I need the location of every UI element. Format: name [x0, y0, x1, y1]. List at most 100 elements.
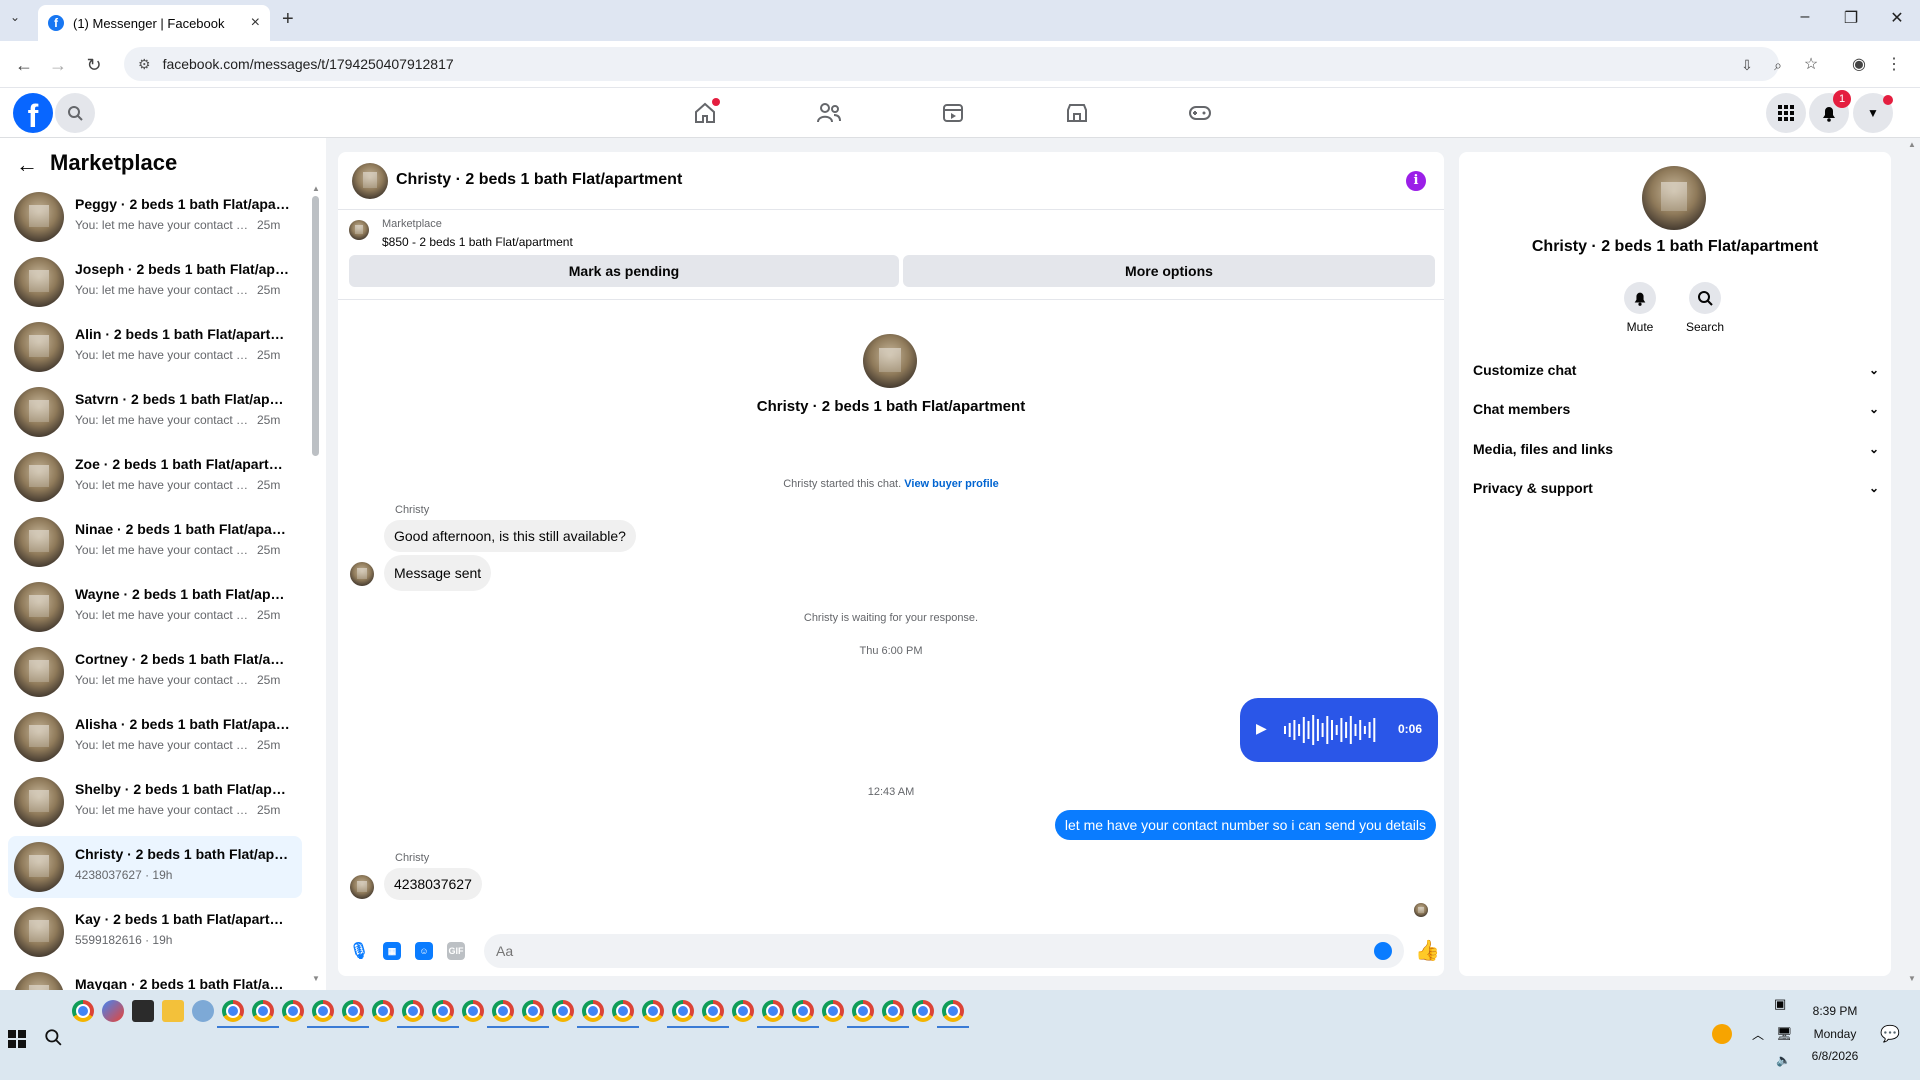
- page-scroll-up-arrow[interactable]: ▲: [1908, 140, 1916, 149]
- chrome-taskbar-icon[interactable]: [607, 1000, 639, 1028]
- copilot-taskbar-icon[interactable]: [102, 1000, 124, 1022]
- incoming-message[interactable]: Good afternoon, is this still available?: [384, 520, 636, 552]
- sticker-icon[interactable]: ☺: [415, 942, 433, 960]
- taskbar-search-icon[interactable]: [44, 1028, 62, 1051]
- chrome-taskbar-icon[interactable]: [822, 1000, 844, 1022]
- new-tab-button[interactable]: +: [282, 8, 294, 31]
- clock-time[interactable]: 8:39 PM: [1800, 1004, 1870, 1018]
- gaming-nav-icon[interactable]: [1185, 98, 1215, 128]
- sidebar-scrollbar[interactable]: [312, 196, 319, 456]
- microphone-icon[interactable]: 🎙: [349, 942, 369, 960]
- chrome-taskbar-icon[interactable]: [697, 1000, 729, 1028]
- chrome-taskbar-icon[interactable]: [307, 1000, 339, 1028]
- chrome-taskbar-icon[interactable]: [877, 1000, 909, 1028]
- weather-icon[interactable]: [1712, 1024, 1732, 1044]
- media-files-links-section[interactable]: Media, files and links ⌄: [1473, 431, 1879, 467]
- chrome-taskbar-icon[interactable]: [217, 1000, 249, 1028]
- chrome-taskbar-icon[interactable]: [372, 1000, 394, 1022]
- conversation-item[interactable]: Ninae · 2 beds 1 bath Flat/apart... You: …: [8, 511, 302, 573]
- listing-thumbnail[interactable]: [349, 220, 369, 240]
- conversation-item[interactable]: Shelby · 2 beds 1 bath Flat/apart... You:…: [8, 771, 302, 833]
- chrome-taskbar-icon[interactable]: [72, 1000, 94, 1022]
- conversation-item[interactable]: Alisha · 2 beds 1 bath Flat/apart... You:…: [8, 706, 302, 768]
- marketplace-nav-icon[interactable]: [1062, 98, 1092, 128]
- view-buyer-profile-link[interactable]: View buyer profile: [904, 478, 999, 490]
- incoming-message[interactable]: 4238037627: [384, 868, 482, 900]
- conversation-item[interactable]: Zoe · 2 beds 1 bath Flat/apartm... You: l…: [8, 446, 302, 508]
- chrome-taskbar-icon[interactable]: [912, 1000, 934, 1022]
- scroll-up-arrow[interactable]: ▲: [312, 184, 320, 193]
- account-button[interactable]: ▼: [1853, 93, 1893, 133]
- site-info-icon[interactable]: ⚙: [138, 56, 151, 73]
- conversation-item[interactable]: Peggy · 2 beds 1 bath Flat/apart... You: …: [8, 186, 302, 248]
- browser-tab[interactable]: f (1) Messenger | Facebook ×: [38, 5, 270, 41]
- tab-list-chevron-icon[interactable]: ⌄: [10, 10, 20, 24]
- message-input[interactable]: [484, 934, 1344, 968]
- chrome-taskbar-icon[interactable]: [667, 1000, 699, 1028]
- reload-button[interactable]: ↻: [82, 53, 106, 77]
- conversation-item[interactable]: Joseph · 2 beds 1 bath Flat/apar... You: …: [8, 251, 302, 313]
- facebook-logo-icon[interactable]: f: [13, 93, 53, 133]
- voice-message[interactable]: ▶ 0:06: [1240, 698, 1438, 762]
- network-icon[interactable]: 🖥: [1776, 1026, 1793, 1042]
- more-options-button[interactable]: More options: [903, 255, 1435, 287]
- conversation-item[interactable]: Cortney · 2 beds 1 bath Flat/apa... You: …: [8, 641, 302, 703]
- chrome-taskbar-icon[interactable]: [337, 1000, 369, 1028]
- app-taskbar-icon[interactable]: [192, 1000, 214, 1022]
- page-scroll-down-arrow[interactable]: ▼: [1908, 974, 1916, 983]
- chrome-taskbar-icon[interactable]: [282, 1000, 304, 1022]
- windows-start-icon[interactable]: [8, 1030, 26, 1048]
- bookmark-star-icon[interactable]: ☆: [1799, 53, 1823, 77]
- sender-avatar[interactable]: [350, 562, 374, 586]
- profile-icon[interactable]: ◉: [1847, 53, 1871, 77]
- conversation-item[interactable]: Kay · 2 beds 1 bath Flat/apartme... 55991…: [8, 901, 302, 963]
- notifications-button[interactable]: 1: [1809, 90, 1851, 133]
- info-icon[interactable]: i: [1406, 171, 1426, 191]
- chrome-taskbar-icon[interactable]: [247, 1000, 279, 1028]
- chrome-taskbar-icon[interactable]: [732, 1000, 754, 1022]
- minimize-button[interactable]: –: [1782, 8, 1828, 32]
- mute-button[interactable]: Mute: [1610, 282, 1670, 334]
- chrome-taskbar-icon[interactable]: [427, 1000, 459, 1028]
- chrome-taskbar-icon[interactable]: [847, 1000, 879, 1028]
- chrome-taskbar-icon[interactable]: [462, 1000, 484, 1022]
- intro-avatar[interactable]: [863, 334, 917, 388]
- zoom-icon[interactable]: ⌕: [1766, 53, 1790, 77]
- privacy-support-section[interactable]: Privacy & support ⌄: [1473, 470, 1879, 506]
- file-explorer-taskbar-icon[interactable]: [162, 1000, 184, 1022]
- menu-button[interactable]: [1766, 93, 1806, 133]
- chrome-taskbar-icon[interactable]: [552, 1000, 574, 1022]
- forward-button[interactable]: →: [46, 53, 70, 77]
- chat-members-section[interactable]: Chat members ⌄: [1473, 391, 1879, 427]
- listing-detail[interactable]: $850 - 2 beds 1 bath Flat/apartment: [382, 235, 573, 249]
- details-avatar[interactable]: [1642, 166, 1706, 230]
- emoji-icon[interactable]: [1374, 942, 1392, 960]
- scroll-down-arrow[interactable]: ▼: [312, 974, 320, 983]
- sender-avatar[interactable]: [350, 875, 374, 899]
- chrome-taskbar-icon[interactable]: [937, 1000, 969, 1028]
- conversation-item[interactable]: Christy · 2 beds 1 bath Flat/apar... 4238…: [8, 836, 302, 898]
- photo-icon[interactable]: ▦: [383, 942, 401, 960]
- close-window-button[interactable]: ✕: [1874, 8, 1920, 32]
- restore-button[interactable]: ❐: [1828, 8, 1874, 32]
- gif-icon[interactable]: GIF: [447, 942, 465, 960]
- chrome-taskbar-icon[interactable]: [642, 1000, 664, 1022]
- search-in-chat-button[interactable]: Search: [1675, 282, 1735, 334]
- like-thumbs-up-icon[interactable]: 👍: [1415, 938, 1440, 963]
- conversation-item[interactable]: Wayne · 2 beds 1 bath Flat/apart... You: …: [8, 576, 302, 638]
- home-nav-icon[interactable]: [690, 98, 720, 128]
- chrome-taskbar-icon[interactable]: [787, 1000, 819, 1028]
- chrome-taskbar-icon[interactable]: [517, 1000, 549, 1028]
- conversation-item[interactable]: Satvrn · 2 beds 1 bath Flat/apart... You:…: [8, 381, 302, 443]
- chat-title[interactable]: Christy · 2 beds 1 bath Flat/apartment: [396, 171, 682, 189]
- customize-chat-section[interactable]: Customize chat ⌄: [1473, 352, 1879, 388]
- chrome-taskbar-icon[interactable]: [487, 1000, 519, 1028]
- meet-now-icon[interactable]: ▣: [1774, 996, 1786, 1012]
- url-field[interactable]: ⚙ facebook.com/messages/t/17942504079128…: [124, 47, 1779, 81]
- tray-chevron-up-icon[interactable]: ︿: [1752, 1026, 1764, 1043]
- conversation-item[interactable]: Alin · 2 beds 1 bath Flat/apartm... You: …: [8, 316, 302, 378]
- chrome-taskbar-icon[interactable]: [757, 1000, 789, 1028]
- chrome-taskbar-icon[interactable]: [397, 1000, 429, 1028]
- chrome-taskbar-icon[interactable]: [577, 1000, 609, 1028]
- volume-icon[interactable]: 🔈: [1776, 1053, 1791, 1067]
